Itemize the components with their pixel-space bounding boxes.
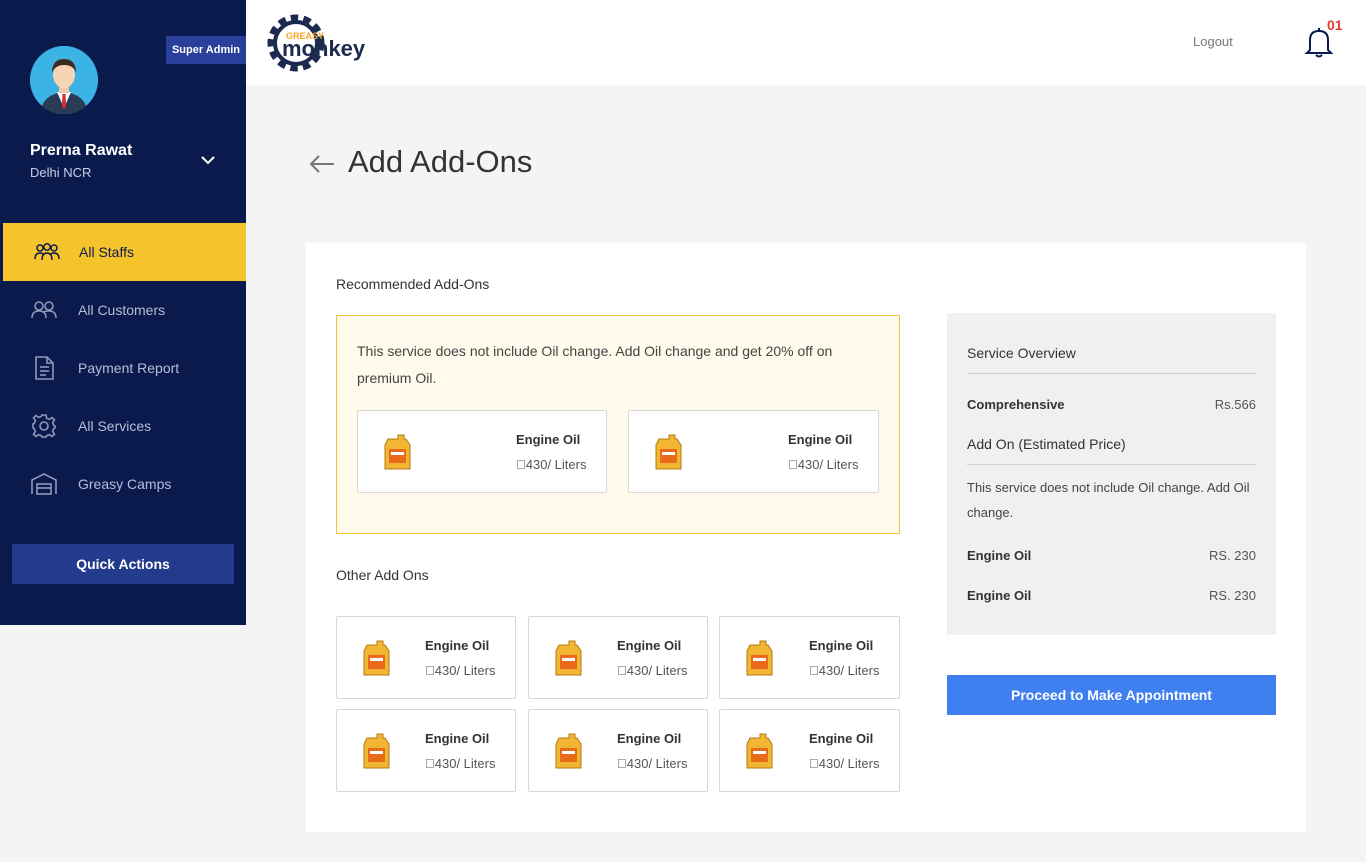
customers-icon (30, 296, 58, 324)
oil-can-icon (361, 732, 391, 770)
sidebar-item-label: All Staffs (79, 244, 134, 260)
product-name: Engine Oil (809, 638, 874, 653)
product-price:  430/ Liters (809, 756, 880, 771)
other-product-card[interactable]: Engine Oil  430/ Liters (336, 616, 516, 699)
product-name: Engine Oil (809, 731, 874, 746)
recommended-title: Recommended Add-Ons (336, 276, 490, 292)
oil-can-icon (361, 639, 391, 677)
addon-price: RS. 230 (1209, 548, 1256, 563)
other-product-card[interactable]: Engine Oil  430/ Liters (719, 709, 900, 792)
staff-icon (33, 238, 61, 266)
service-overview-panel: Service Overview Comprehensive Rs.566 Ad… (947, 313, 1276, 635)
sidebar-item-label: Greasy Camps (78, 476, 172, 492)
product-price:  430/ Liters (617, 756, 688, 771)
addon-name: Engine Oil (967, 588, 1032, 603)
service-overview-title: Service Overview (967, 345, 1076, 361)
service-name: Comprehensive (967, 397, 1065, 412)
user-name: Prerna Rawat (30, 142, 133, 159)
logo-main-text: monkey (282, 36, 366, 61)
sidebar-item-label: All Services (78, 418, 152, 434)
divider (967, 464, 1256, 465)
sidebar-item-all-services[interactable]: All Services (0, 397, 246, 455)
other-product-card[interactable]: Engine Oil  430/ Liters (528, 709, 708, 792)
page-title: Add Add-Ons (348, 144, 533, 179)
recommended-message: This service does not include Oil change… (357, 343, 833, 386)
role-badge: Super Admin (166, 36, 246, 64)
oil-can-icon (382, 433, 412, 471)
product-name: Engine Oil (516, 432, 581, 447)
sidebar-nav: All Staffs All Customers Payment Report (0, 223, 246, 513)
oil-can-icon (653, 433, 683, 471)
gear-icon (30, 412, 58, 440)
recommended-box: This service does not include Oil change… (336, 315, 900, 534)
sidebar-item-all-customers[interactable]: All Customers (0, 281, 246, 339)
oil-can-icon (553, 639, 583, 677)
oil-can-icon (744, 639, 774, 677)
product-name: Engine Oil (425, 731, 490, 746)
top-header: GREASY monkey Logout 01 (246, 0, 1366, 85)
sidebar-item-payment-report[interactable]: Payment Report (0, 339, 246, 397)
sidebar-item-label: Payment Report (78, 360, 180, 376)
recommended-product-card[interactable]: Engine Oil  430/ Liters (357, 410, 607, 493)
chevron-down-icon[interactable] (198, 150, 218, 170)
brand-logo[interactable]: GREASY monkey (266, 10, 376, 76)
other-addons-title: Other Add Ons (336, 567, 429, 583)
sidebar: Super Admin Prerna Rawat Delhi NCR All S… (0, 0, 246, 625)
addon-row: Engine Oil RS. 230 (967, 588, 1256, 603)
back-arrow-icon[interactable] (308, 152, 336, 176)
notification-count: 01 (1327, 17, 1343, 33)
avatar[interactable] (30, 46, 98, 114)
oil-can-icon (744, 732, 774, 770)
oil-can-icon (553, 732, 583, 770)
product-name: Engine Oil (425, 638, 490, 653)
service-price: Rs.566 (1214, 397, 1256, 412)
sidebar-item-label: All Customers (78, 302, 166, 318)
product-price:  430/ Liters (788, 457, 859, 472)
garage-icon (30, 470, 58, 498)
other-product-card[interactable]: Engine Oil  430/ Liters (336, 709, 516, 792)
document-icon (30, 354, 58, 382)
divider (967, 373, 1256, 374)
addon-price: RS. 230 (1209, 588, 1256, 603)
addon-row: Engine Oil RS. 230 (967, 548, 1256, 563)
product-price:  430/ Liters (425, 756, 496, 771)
other-product-card[interactable]: Engine Oil  430/ Liters (528, 616, 708, 699)
other-product-card[interactable]: Engine Oil  430/ Liters (719, 616, 900, 699)
addon-name: Engine Oil (967, 548, 1032, 563)
proceed-appointment-button[interactable]: Proceed to Make Appointment (947, 675, 1276, 715)
service-row: Comprehensive Rs.566 (967, 397, 1256, 412)
recommended-product-card[interactable]: Engine Oil  430/ Liters (628, 410, 879, 493)
logout-link[interactable]: Logout (1193, 34, 1233, 49)
product-price:  430/ Liters (425, 663, 496, 678)
addon-estimate-title: Add On (Estimated Price) (967, 436, 1126, 452)
product-name: Engine Oil (788, 432, 853, 447)
sidebar-item-all-staffs[interactable]: All Staffs (3, 223, 246, 281)
product-price:  430/ Liters (617, 663, 688, 678)
quick-actions-button[interactable]: Quick Actions (12, 544, 234, 584)
sidebar-item-greasy-camps[interactable]: Greasy Camps (0, 455, 246, 513)
user-location: Delhi NCR (30, 165, 92, 180)
product-name: Engine Oil (617, 731, 682, 746)
product-price:  430/ Liters (516, 457, 587, 472)
product-price:  430/ Liters (809, 663, 880, 678)
product-name: Engine Oil (617, 638, 682, 653)
add-ons-card: Recommended Add-Ons This service does no… (306, 243, 1306, 832)
overview-note: This service does not include Oil change… (967, 480, 1250, 520)
